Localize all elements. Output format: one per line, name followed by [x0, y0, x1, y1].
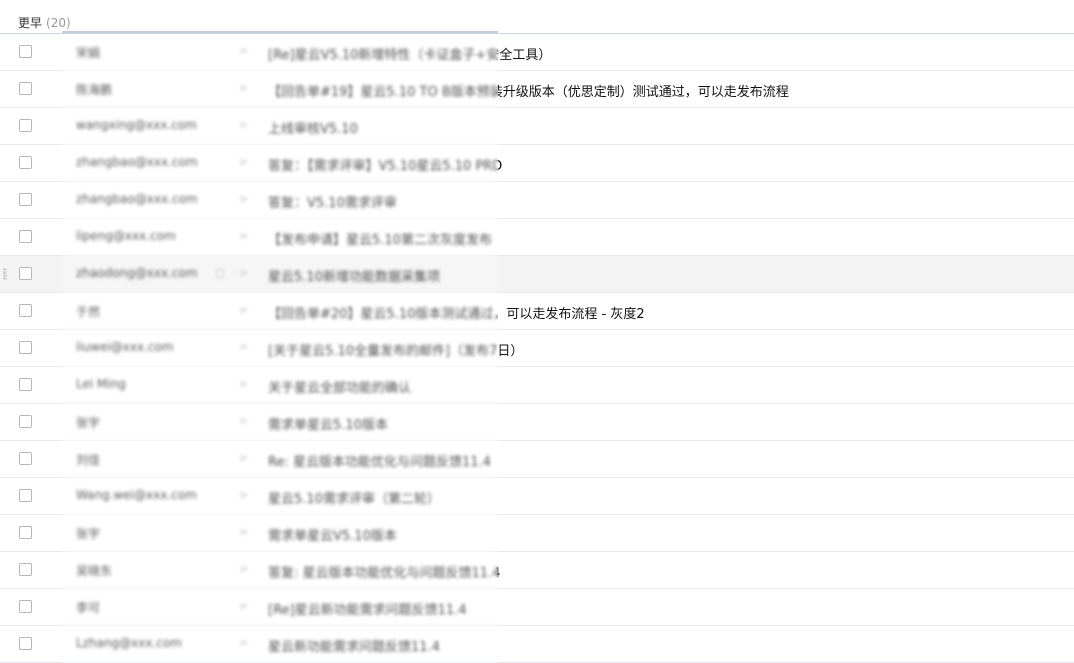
subject-text: 需求单星云V5.10版本 [268, 529, 397, 544]
mail-row[interactable]: zhangbao@xxx.com ⊳ 答复：V5.10需求评审 [0, 182, 1074, 219]
mail-row[interactable]: 张宇 ⊳ 需求单星云5.10版本 [0, 404, 1074, 441]
mail-row[interactable]: zhangbao@xxx.com ⊳ 答复：【需求评审】V5.10星云5.10 PR… [0, 145, 1074, 182]
flag-icon[interactable]: ⊳ [240, 120, 248, 131]
flag-icon[interactable]: ⊳ [240, 46, 248, 57]
subject-text: 上线审核V5.10 [268, 122, 358, 137]
row-checkbox[interactable] [19, 452, 32, 465]
mail-row[interactable]: liuwei@xxx.com ⊳ [关于星云5.10全量发布的邮件]（发布7日） [0, 330, 1074, 367]
sender-name: liuwei@xxx.com [76, 340, 174, 354]
sender-name: Lei Ming [76, 377, 126, 391]
flag-icon[interactable]: ⊳ [240, 231, 248, 242]
sender-name: 刘佳 [76, 453, 101, 467]
sender-name: zhaodong@xxx.com [76, 266, 198, 280]
subject-text: 【回告单#19】星云5.10 TO B版本预装升级版本（优思定制）测试通过，可以… [268, 85, 789, 100]
row-checkbox[interactable] [19, 193, 32, 206]
subject-text: 答复：V5.10需求评审 [268, 196, 397, 211]
sender-name: 宋娟 [76, 46, 101, 60]
mail-row[interactable]: lipeng@xxx.com ⊳ 【发布申请】星云5.10第二次灰度发布 [0, 219, 1074, 256]
sender-name: wangxing@xxx.com [76, 118, 197, 132]
sender-name: 吴晓东 [76, 564, 113, 578]
row-checkbox[interactable] [19, 526, 32, 539]
sender-name: 张宇 [76, 527, 101, 541]
mail-row[interactable]: 刘佳 ⊳ Re: 星云版本功能优化与问题反馈11.4 [0, 441, 1074, 478]
mail-row[interactable]: Wang.wei@xxx.com ⊳ 星云5.10需求评审（第二轮） [0, 478, 1074, 515]
flag-icon[interactable]: ⊳ [240, 416, 248, 427]
subject-text: 星云5.10新增功能数据采集项 [268, 270, 440, 285]
subject-text: 【发布申请】星云5.10第二次灰度发布 [268, 233, 492, 248]
flag-icon[interactable]: ⊳ [240, 379, 248, 390]
flag-icon[interactable]: ⊳ [240, 601, 248, 612]
sender-name: 李可 [76, 601, 101, 615]
row-checkbox[interactable] [19, 267, 32, 280]
sender-name: Wang.wei@xxx.com [76, 488, 197, 502]
mail-row[interactable]: 吴晓东 ⊳ 答复: 星云版本功能优化与问题反馈11.4 [0, 552, 1074, 589]
row-checkbox[interactable] [19, 489, 32, 502]
subject-text: 星云新功能需求问题反馈11.4 [268, 640, 440, 655]
sender-name: 张宇 [76, 416, 101, 430]
sender-name: zhangbao@xxx.com [76, 192, 198, 206]
sender-name: Lzhang@xxx.com [76, 636, 182, 650]
note-icon[interactable] [216, 269, 224, 278]
mail-row[interactable]: 宋娟 ⊳ [Re]星云V5.10新增特性（卡证盒子+安全工具） [0, 34, 1074, 71]
mail-row[interactable]: wangxing@xxx.com ⊳ 上线审核V5.10 [0, 108, 1074, 145]
subject-text: Re: 星云版本功能优化与问题反馈11.4 [268, 455, 491, 470]
row-checkbox[interactable] [19, 637, 32, 650]
drag-handle-icon[interactable] [3, 268, 7, 280]
row-checkbox[interactable] [19, 304, 32, 317]
row-checkbox[interactable] [19, 82, 32, 95]
row-checkbox[interactable] [19, 341, 32, 354]
mail-row[interactable]: zhaodong@xxx.com ⊳ 星云5.10新增功能数据采集项 [0, 256, 1074, 293]
flag-icon[interactable]: ⊳ [240, 305, 248, 316]
sender-name: 陈海鹏 [76, 83, 113, 97]
mail-row[interactable]: Lei Ming ⊳ 关于星云全部功能的确认 [0, 367, 1074, 404]
flag-icon[interactable]: ⊳ [240, 157, 248, 168]
flag-icon[interactable]: ⊳ [240, 490, 248, 501]
flag-icon[interactable]: ⊳ [240, 268, 248, 279]
mail-list: 宋娟 ⊳ [Re]星云V5.10新增特性（卡证盒子+安全工具） 陈海鹏 ⊳ 【回告单#19… [0, 34, 1074, 663]
row-checkbox[interactable] [19, 230, 32, 243]
mail-row[interactable]: 张宇 ⊳ 需求单星云V5.10版本 [0, 515, 1074, 552]
flag-icon[interactable]: ⊳ [240, 342, 248, 353]
subject-text: [Re]星云新功能需求问题反馈11.4 [268, 603, 467, 618]
subject-text: 答复：【需求评审】V5.10星云5.10 PRD [268, 159, 503, 174]
flag-icon[interactable]: ⊳ [240, 194, 248, 205]
flag-icon[interactable]: ⊳ [240, 564, 248, 575]
mail-row[interactable]: 陈海鹏 ⊳ 【回告单#19】星云5.10 TO B版本预装升级版本（优思定制）测试通… [0, 71, 1074, 108]
mail-row[interactable]: 李可 ⊳ [Re]星云新功能需求问题反馈11.4 [0, 589, 1074, 626]
flag-icon[interactable]: ⊳ [240, 638, 248, 649]
subject-text: 【回告单#20】星云5.10版本测试通过，可以走发布流程 - 灰度2 [268, 307, 645, 322]
mail-row[interactable]: 于然 ⊳ 【回告单#20】星云5.10版本测试通过，可以走发布流程 - 灰度2 [0, 293, 1074, 330]
row-checkbox[interactable] [19, 600, 32, 613]
mail-row[interactable]: Lzhang@xxx.com ⊳ 星云新功能需求问题反馈11.4 [0, 626, 1074, 663]
sender-name: lipeng@xxx.com [76, 229, 176, 243]
row-checkbox[interactable] [19, 563, 32, 576]
group-divider-accent [62, 31, 498, 33]
subject-text: 星云5.10需求评审（第二轮） [268, 492, 440, 507]
subject-text: 关于星云全部功能的确认 [268, 381, 412, 396]
flag-icon[interactable]: ⊳ [240, 453, 248, 464]
subject-text: 答复: 星云版本功能优化与问题反馈11.4 [268, 566, 501, 581]
row-checkbox[interactable] [19, 119, 32, 132]
flag-icon[interactable]: ⊳ [240, 527, 248, 538]
row-checkbox[interactable] [19, 45, 32, 58]
row-checkbox[interactable] [19, 156, 32, 169]
subject-text: [关于星云5.10全量发布的邮件]（发布7日） [268, 344, 524, 359]
group-label: 更早 [18, 16, 43, 30]
sender-name: 于然 [76, 305, 101, 319]
subject-text: 需求单星云5.10版本 [268, 418, 388, 433]
flag-icon[interactable]: ⊳ [240, 83, 248, 94]
group-count: (20) [46, 16, 71, 30]
row-checkbox[interactable] [19, 415, 32, 428]
subject-text: [Re]星云V5.10新增特性（卡证盒子+安全工具） [268, 48, 552, 63]
sender-name: zhangbao@xxx.com [76, 155, 198, 169]
row-checkbox[interactable] [19, 378, 32, 391]
group-header[interactable]: 更早 (20) [18, 14, 71, 31]
